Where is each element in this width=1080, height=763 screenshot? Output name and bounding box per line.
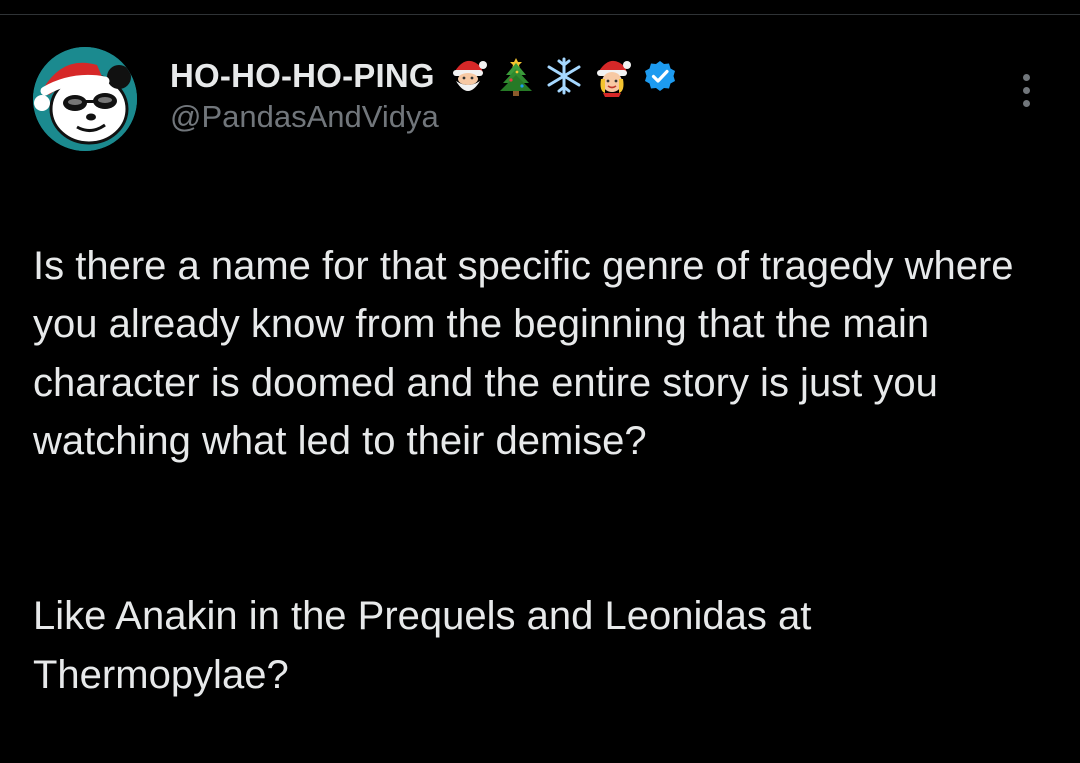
user-handle[interactable]: @PandasAndVidya [170, 99, 681, 135]
more-dot-icon [1022, 73, 1030, 81]
name-emojis [447, 55, 681, 97]
panda-santa-avatar-icon [33, 47, 137, 151]
avatar[interactable] [33, 47, 137, 151]
tweet-card: HO-HO-HO-PING @PandasAndVidya Is there a… [0, 0, 1080, 697]
tweet-header: HO-HO-HO-PING @PandasAndVidya [170, 54, 681, 135]
tweet-paragraph-2: Like Anakin in the Prequels and Leonidas… [33, 594, 812, 697]
more-options-button[interactable] [1008, 70, 1044, 110]
more-dot-icon [1022, 99, 1030, 107]
name-row: HO-HO-HO-PING [170, 54, 681, 98]
verified-badge-icon [639, 55, 681, 97]
tweet-text: Is there a name for that specific genre … [33, 178, 1053, 763]
tweet-paragraph-1: Is there a name for that specific genre … [33, 243, 1014, 464]
display-name[interactable]: HO-HO-HO-PING [170, 57, 435, 95]
mrs-claus-emoji-icon [591, 55, 633, 97]
santa-emoji-icon [447, 55, 489, 97]
more-dot-icon [1022, 86, 1030, 94]
snowflake-icon [543, 55, 585, 97]
christmas-tree-icon [495, 55, 537, 97]
